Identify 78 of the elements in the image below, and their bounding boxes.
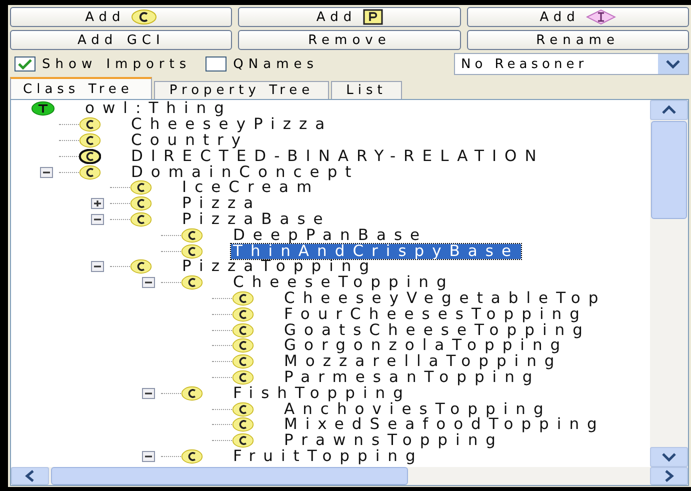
- class-icon: [232, 290, 254, 306]
- class-icon: [232, 417, 254, 432]
- individual-icon: [586, 9, 616, 25]
- tree-item[interactable]: MozzarellaTopping: [282, 354, 564, 370]
- class-icon: [79, 164, 101, 180]
- tree-item[interactable]: AnchoviesTopping: [282, 402, 554, 417]
- tree-item[interactable]: CheeseyVegetableTop: [282, 290, 608, 306]
- scroll-down-icon[interactable]: [661, 452, 677, 462]
- toolbar-button[interactable]: Remove: [238, 30, 461, 50]
- class-icon: [232, 370, 254, 385]
- checkbox-label: QNames: [233, 56, 318, 72]
- tab[interactable]: List: [331, 81, 402, 99]
- tree-item[interactable]: CheeseTopping: [231, 275, 456, 290]
- toolbar-button[interactable]: Add GCI: [10, 30, 232, 50]
- class-icon: [130, 212, 152, 227]
- tree-item[interactable]: FruitTopping: [231, 448, 426, 464]
- class-icon: [79, 117, 101, 132]
- tree-item[interactable]: ThinAndCrispyBase: [231, 244, 522, 259]
- tab[interactable]: Class Tree: [10, 77, 152, 99]
- class-icon: [181, 275, 203, 290]
- checkbox-label: Show Imports: [42, 56, 192, 72]
- class-icon: [232, 433, 254, 448]
- class-icon: [232, 338, 254, 354]
- tree-item[interactable]: Country: [129, 132, 251, 148]
- class-icon: [232, 354, 254, 370]
- checkbox-option[interactable]: Show Imports: [14, 56, 192, 72]
- tree-item[interactable]: ParmesanTopping: [282, 370, 542, 385]
- collapse-icon[interactable]: [142, 450, 154, 462]
- tree-item[interactable]: DomainConcept: [129, 164, 362, 180]
- tab[interactable]: Property Tree: [154, 81, 330, 99]
- reasoner-dropdown[interactable]: No Reasoner: [454, 53, 689, 75]
- class-icon: [181, 228, 203, 243]
- tree-item[interactable]: owl:Thing: [83, 101, 234, 116]
- collapse-icon[interactable]: [90, 214, 104, 225]
- class-icon: [181, 244, 203, 259]
- expand-icon[interactable]: [90, 198, 104, 210]
- class-icon: [79, 132, 101, 148]
- scroll-right-icon[interactable]: [663, 469, 675, 483]
- tree-item[interactable]: MixedSeafoodTopping: [282, 417, 607, 432]
- class-icon: [130, 196, 152, 212]
- tree-item[interactable]: FourCheesesTopping: [282, 306, 590, 322]
- toolbar-button[interactable]: Add: [238, 7, 461, 27]
- toolbar-button[interactable]: Add: [10, 7, 232, 27]
- tree-item[interactable]: DeepPanBase: [231, 228, 430, 243]
- checkbox[interactable]: [14, 56, 36, 72]
- collapse-icon[interactable]: [142, 277, 154, 288]
- class-icon: [232, 402, 254, 417]
- vertical-scrollbar[interactable]: [650, 100, 688, 467]
- tree-item[interactable]: PrawnsTopping: [282, 433, 506, 448]
- tree-item[interactable]: CheeseyPizza: [129, 117, 335, 132]
- scroll-up-icon[interactable]: [661, 105, 677, 115]
- tree-item[interactable]: PizzaBase: [180, 212, 333, 227]
- class-icon: [181, 448, 203, 464]
- tree-item[interactable]: GorgonzolaTopping: [282, 338, 570, 354]
- class-icon: [130, 180, 152, 196]
- class-icon: [232, 322, 254, 338]
- checkbox[interactable]: [205, 56, 228, 72]
- tree-item[interactable]: Pizza: [180, 196, 264, 212]
- toolbar-button[interactable]: Rename: [466, 30, 689, 50]
- tree-item[interactable]: DIRECTED-BINARY-RELATION: [129, 148, 546, 164]
- tree-item[interactable]: GoatsCheeseTopping: [282, 322, 592, 338]
- thing-icon: [31, 101, 55, 116]
- class-icon: [130, 259, 152, 274]
- tree-item[interactable]: PizzaTopping: [180, 259, 380, 274]
- horizontal-scrollbar[interactable]: [11, 467, 688, 485]
- collapse-icon[interactable]: [90, 261, 104, 272]
- class-icon: [131, 9, 158, 25]
- class-icon: [232, 306, 254, 322]
- tree-item[interactable]: FishTopping: [231, 386, 413, 401]
- scroll-left-icon[interactable]: [24, 469, 36, 483]
- tree-item[interactable]: IceCream: [180, 180, 322, 196]
- toolbar-button[interactable]: Add: [466, 7, 689, 27]
- class-icon: [181, 386, 203, 401]
- collapse-icon[interactable]: [40, 166, 52, 178]
- property-icon: [362, 9, 383, 25]
- checkbox-option[interactable]: QNames: [205, 56, 318, 72]
- class-icon: [79, 148, 101, 164]
- collapse-icon[interactable]: [142, 388, 154, 399]
